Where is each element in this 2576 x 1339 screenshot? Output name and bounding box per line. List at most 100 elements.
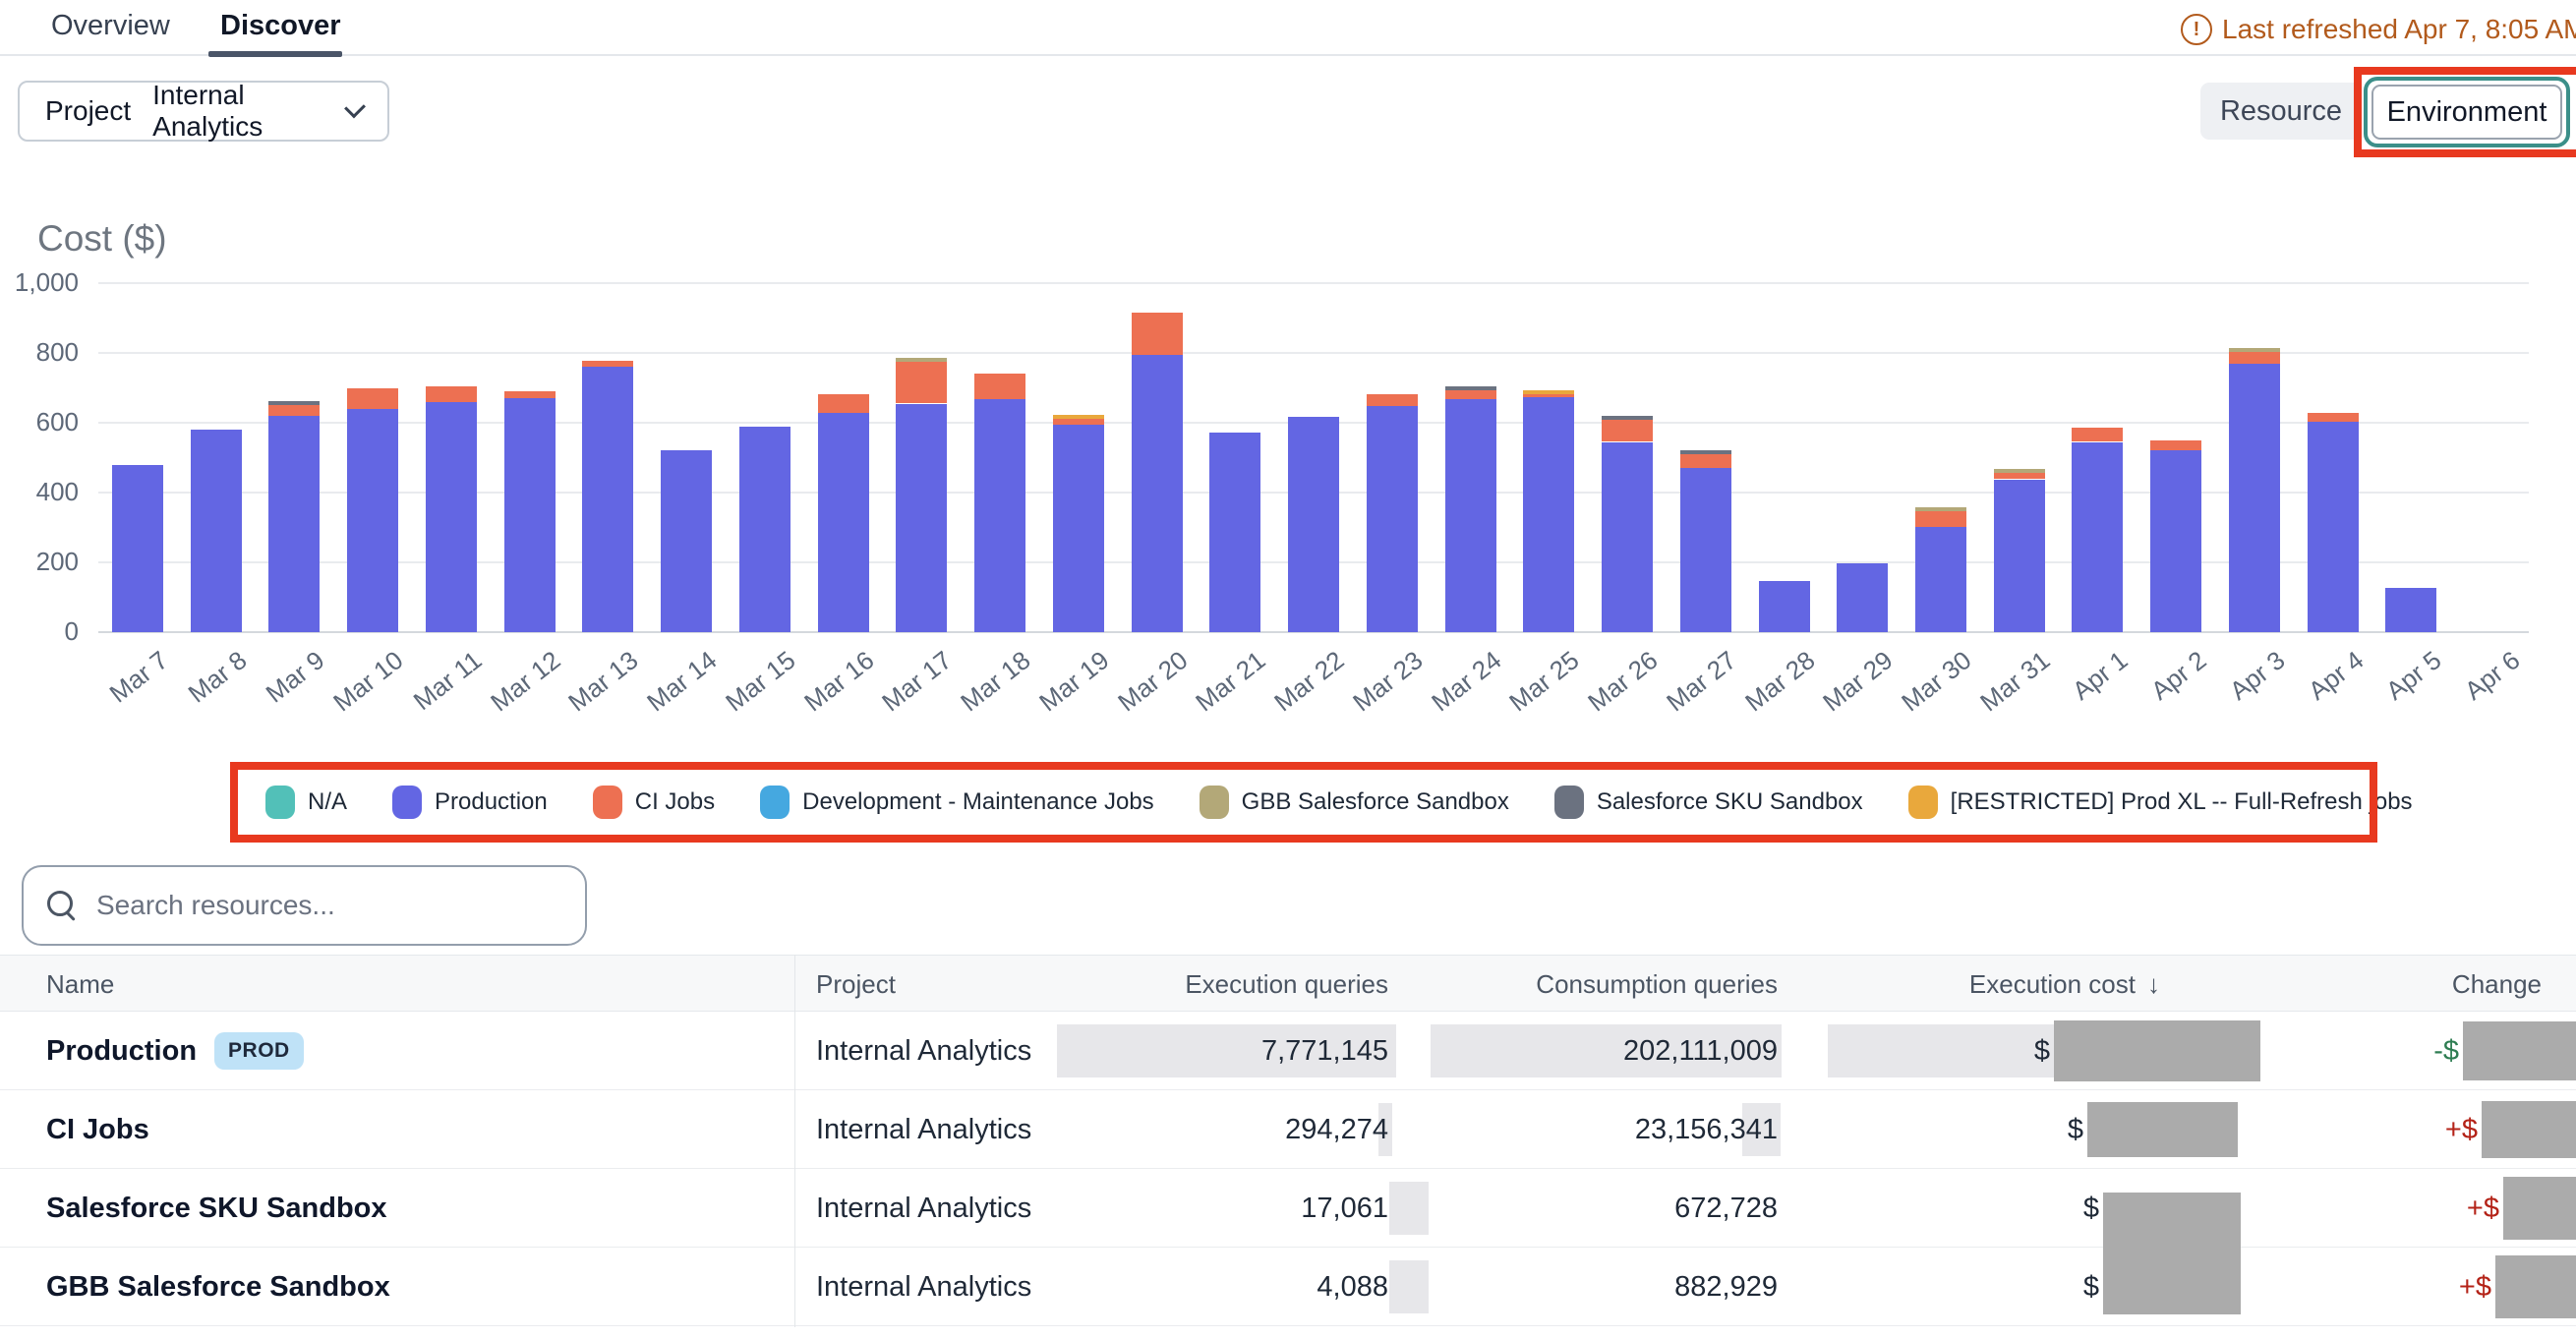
bar-segment bbox=[426, 402, 477, 632]
legend-item[interactable]: CI Jobs bbox=[593, 786, 715, 819]
project-filter-value: Internal Analytics bbox=[152, 80, 319, 143]
x-axis-tick-label: Mar 15 bbox=[720, 645, 801, 718]
resource-name-cell: GBB Salesforce Sandbox bbox=[46, 1248, 390, 1326]
project-filter-label: Project bbox=[45, 95, 131, 127]
x-axis-tick-label: Apr 4 bbox=[2303, 645, 2370, 707]
change-cell: +$ bbox=[2459, 1248, 2491, 1326]
highlight-box bbox=[1828, 1024, 2054, 1077]
bar-segment bbox=[1445, 399, 1496, 632]
legend-item[interactable]: Salesforce SKU Sandbox bbox=[1554, 786, 1863, 819]
x-axis-tick-label: Mar 10 bbox=[327, 645, 409, 718]
environment-toggle-button[interactable]: Environment bbox=[2371, 85, 2562, 140]
x-axis-tick-label: Mar 11 bbox=[408, 645, 488, 717]
consumption-queries-cell: 202,111,009 bbox=[1623, 1012, 1778, 1090]
execution-cost-cell: $ bbox=[2034, 1012, 2050, 1090]
consumption-queries-cell: 882,929 bbox=[1674, 1248, 1778, 1326]
bar-segment bbox=[1602, 419, 1653, 441]
legend-label: Development - Maintenance Jobs bbox=[802, 788, 1154, 816]
resource-toggle-button[interactable]: Resource bbox=[2200, 83, 2362, 140]
x-axis-tick-label: Apr 5 bbox=[2380, 645, 2447, 707]
legend-color-chip bbox=[1200, 786, 1229, 819]
x-axis-tick-label: Mar 17 bbox=[877, 645, 959, 718]
bar-segment bbox=[974, 399, 1025, 632]
tab-discover[interactable]: Discover bbox=[220, 10, 341, 42]
prod-badge: PROD bbox=[214, 1032, 304, 1070]
bar-segment bbox=[2229, 352, 2280, 364]
legend-label: Production bbox=[435, 788, 548, 816]
column-header-execution-cost[interactable]: Execution cost ↓ bbox=[1969, 956, 2160, 1013]
gridline-800 bbox=[98, 352, 2529, 354]
bar-segment bbox=[896, 404, 947, 633]
x-axis-tick-label: Mar 24 bbox=[1426, 645, 1507, 718]
project-cell: Internal Analytics bbox=[816, 1169, 1031, 1248]
legend-item[interactable]: N/A bbox=[265, 786, 347, 819]
legend-label: CI Jobs bbox=[635, 788, 715, 816]
bar-segment bbox=[739, 427, 790, 632]
redaction-box-cost-rows-3-4 bbox=[2103, 1193, 2241, 1314]
column-header-name[interactable]: Name bbox=[46, 956, 114, 1013]
tab-overview[interactable]: Overview bbox=[51, 10, 170, 42]
x-axis-tick-label: Apr 1 bbox=[2067, 645, 2134, 707]
bar-segment bbox=[2072, 442, 2123, 633]
bar-segment bbox=[1523, 390, 1574, 394]
bar-segment bbox=[1053, 415, 1104, 419]
resource-name: Salesforce SKU Sandbox bbox=[46, 1193, 387, 1225]
legend-item[interactable]: Development - Maintenance Jobs bbox=[760, 786, 1154, 819]
column-header-project[interactable]: Project bbox=[816, 956, 896, 1013]
redaction-box bbox=[2054, 1020, 2260, 1081]
project-cell: Internal Analytics bbox=[816, 1248, 1031, 1326]
bar-segment bbox=[191, 430, 242, 632]
x-axis-tick-label: Mar 22 bbox=[1268, 645, 1350, 718]
legend-item[interactable]: Production bbox=[392, 786, 548, 819]
bar-segment bbox=[1367, 406, 1418, 632]
resource-name-cell: Salesforce SKU Sandbox bbox=[46, 1169, 387, 1248]
project-cell: Internal Analytics bbox=[816, 1090, 1031, 1169]
bar-segment bbox=[896, 358, 947, 362]
column-header-consumption-queries[interactable]: Consumption queries bbox=[1536, 956, 1778, 1013]
y-axis-tick-label: 800 bbox=[0, 337, 79, 368]
legend-label: N/A bbox=[308, 788, 347, 816]
x-axis-tick-label: Apr 6 bbox=[2459, 645, 2526, 707]
x-axis-tick-label: Mar 16 bbox=[798, 645, 880, 718]
redaction-box bbox=[2503, 1177, 2576, 1240]
bar-segment bbox=[896, 362, 947, 404]
bar-segment bbox=[426, 386, 477, 402]
legend-color-chip bbox=[760, 786, 790, 819]
bar-segment bbox=[1680, 454, 1731, 468]
table-row-production[interactable]: ProductionPRODInternal Analytics7,771,14… bbox=[0, 1012, 2576, 1090]
legend-item[interactable]: [RESTRICTED] Prod XL -- Full-Refresh job… bbox=[1908, 786, 2413, 819]
legend-color-chip bbox=[1908, 786, 1938, 819]
execution-queries-cell: 294,274 bbox=[1285, 1090, 1388, 1169]
search-input[interactable] bbox=[94, 889, 561, 922]
execution-cost-cell: $ bbox=[2068, 1090, 2083, 1169]
cost-dashboard-page: Overview Discover ! Last refreshed Apr 7… bbox=[0, 0, 2576, 1339]
bar-segment bbox=[1053, 425, 1104, 632]
bar-segment bbox=[1602, 416, 1653, 420]
bar-segment bbox=[1915, 507, 1966, 511]
bar-segment bbox=[1209, 433, 1260, 632]
highlight-box bbox=[1389, 1260, 1429, 1313]
project-filter-dropdown[interactable]: Project Internal Analytics bbox=[18, 81, 389, 142]
redaction-box bbox=[2087, 1102, 2238, 1157]
bar-segment bbox=[1523, 393, 1574, 397]
legend-color-chip bbox=[392, 786, 422, 819]
execution-queries-cell: 17,061 bbox=[1301, 1169, 1388, 1248]
legend-item[interactable]: GBB Salesforce Sandbox bbox=[1200, 786, 1509, 819]
bar-segment bbox=[1994, 473, 2045, 479]
x-axis-tick-label: Mar 19 bbox=[1033, 645, 1115, 718]
x-axis-tick-label: Mar 27 bbox=[1661, 645, 1742, 718]
redaction-box bbox=[2463, 1021, 2576, 1080]
column-header-execution-queries[interactable]: Execution queries bbox=[1185, 956, 1388, 1013]
table-row-ci-jobs[interactable]: CI JobsInternal Analytics294,27423,156,3… bbox=[0, 1090, 2576, 1169]
column-header-change[interactable]: Change bbox=[2452, 956, 2542, 1013]
bar-segment bbox=[504, 391, 556, 398]
y-axis-tick-label: 200 bbox=[0, 547, 79, 577]
resource-name-cell: CI Jobs bbox=[46, 1090, 149, 1169]
x-axis-tick-label: Mar 30 bbox=[1896, 645, 1977, 718]
consumption-queries-cell: 672,728 bbox=[1674, 1169, 1778, 1248]
bar-segment bbox=[1994, 480, 2045, 633]
last-refreshed-text: Last refreshed Apr 7, 8:05 AM PD bbox=[2222, 14, 2576, 45]
y-axis-tick-label: 600 bbox=[0, 407, 79, 437]
bar-segment bbox=[582, 361, 633, 367]
bar-segment bbox=[2072, 428, 2123, 441]
